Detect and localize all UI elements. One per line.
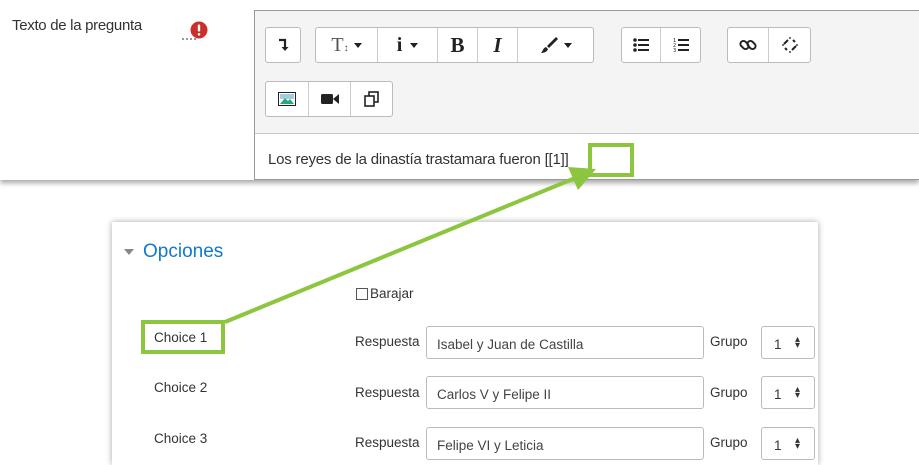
group-select-1[interactable]: 1 ▴ ▾: [761, 326, 815, 359]
collapse-toggle-icon[interactable]: [266, 28, 300, 62]
question-content-text: Los reyes de la dinastía trastamara fuer…: [268, 151, 545, 168]
answer-input-2[interactable]: Carlos V y Felipe II: [426, 376, 704, 409]
choice1-highlight: [141, 320, 225, 354]
placeholder-token: [[1]]: [544, 151, 569, 168]
bold-icon[interactable]: B: [438, 28, 478, 62]
group-label-2: Grupo: [710, 385, 748, 400]
italic-glyph: I: [493, 32, 502, 57]
exclamation-circle-icon[interactable]: [190, 21, 208, 39]
info-glyph: i: [396, 33, 403, 56]
choice-label-3: Choice 3: [154, 431, 208, 446]
answer-label-1: Respuesta: [355, 334, 420, 349]
select-arrows-icon: ▴ ▾: [795, 435, 801, 452]
question-text-label: Texto de la pregunta: [12, 17, 142, 34]
toolbar-group-lists: 123: [621, 27, 701, 63]
options-title: Opciones: [143, 241, 224, 262]
toolbar-group-media: [265, 81, 393, 117]
choice-label-2: Choice 2: [154, 380, 208, 395]
answer-label-2: Respuesta: [355, 385, 420, 400]
select-arrows-icon: ▴ ▾: [795, 384, 801, 401]
group-label-1: Grupo: [710, 334, 748, 349]
info-icon[interactable]: i: [378, 28, 438, 62]
editor-toolbar: T ↕ i B I 123: [255, 11, 919, 134]
group-label-3: Grupo: [710, 435, 748, 450]
required-underline: [182, 38, 196, 40]
answer-input-3[interactable]: Felipe VI y Leticia: [426, 427, 704, 460]
ordered-list-icon[interactable]: 123: [661, 28, 700, 62]
toolbar-group-links: [727, 27, 811, 63]
text-style-icon[interactable]: T ↕: [316, 28, 378, 62]
shuffle-label: Barajar: [370, 286, 414, 301]
answer-label-3: Respuesta: [355, 435, 420, 450]
atto-editor: T ↕ i B I 123 Los reyes de la dinastía t…: [254, 10, 919, 180]
group-value-2: 1: [774, 387, 782, 402]
group-select-3[interactable]: 1 ▴ ▾: [761, 427, 815, 460]
italic-icon[interactable]: I: [478, 28, 518, 62]
select-arrows-icon: ▴ ▾: [795, 334, 801, 351]
question-text-panel: Texto de la pregunta T ↕ i B I 1 2 3 Los…: [0, 0, 919, 180]
group-value-3: 1: [774, 438, 782, 453]
editor-content[interactable]: Los reyes de la dinastía trastamara fuer…: [268, 151, 569, 168]
answer-input-1[interactable]: Isabel y Juan de Castilla: [426, 326, 704, 359]
placeholder-highlight: [588, 143, 634, 177]
unlink-icon[interactable]: [769, 28, 810, 62]
group-select-2[interactable]: 1 ▴ ▾: [761, 376, 815, 409]
link-icon[interactable]: [728, 28, 770, 62]
manage-files-icon[interactable]: [351, 82, 392, 116]
svg-text:3: 3: [673, 48, 676, 53]
group-value-1: 1: [774, 337, 782, 352]
toolbar-group-style: T ↕ i B I: [315, 27, 594, 63]
text-style-glyph: T: [331, 33, 344, 56]
toolbar-group-collapse: [265, 27, 301, 63]
text-color-icon[interactable]: [518, 28, 593, 62]
bold-glyph: B: [450, 32, 465, 57]
shuffle-checkbox[interactable]: [356, 287, 368, 300]
insert-image-icon[interactable]: [266, 82, 309, 116]
collapse-caret-icon: [124, 249, 134, 255]
options-section-header[interactable]: Opciones: [124, 241, 223, 263]
shuffle-checkbox-row[interactable]: Barajar: [356, 286, 414, 301]
unordered-list-icon[interactable]: [622, 28, 662, 62]
insert-media-icon[interactable]: [309, 82, 351, 116]
